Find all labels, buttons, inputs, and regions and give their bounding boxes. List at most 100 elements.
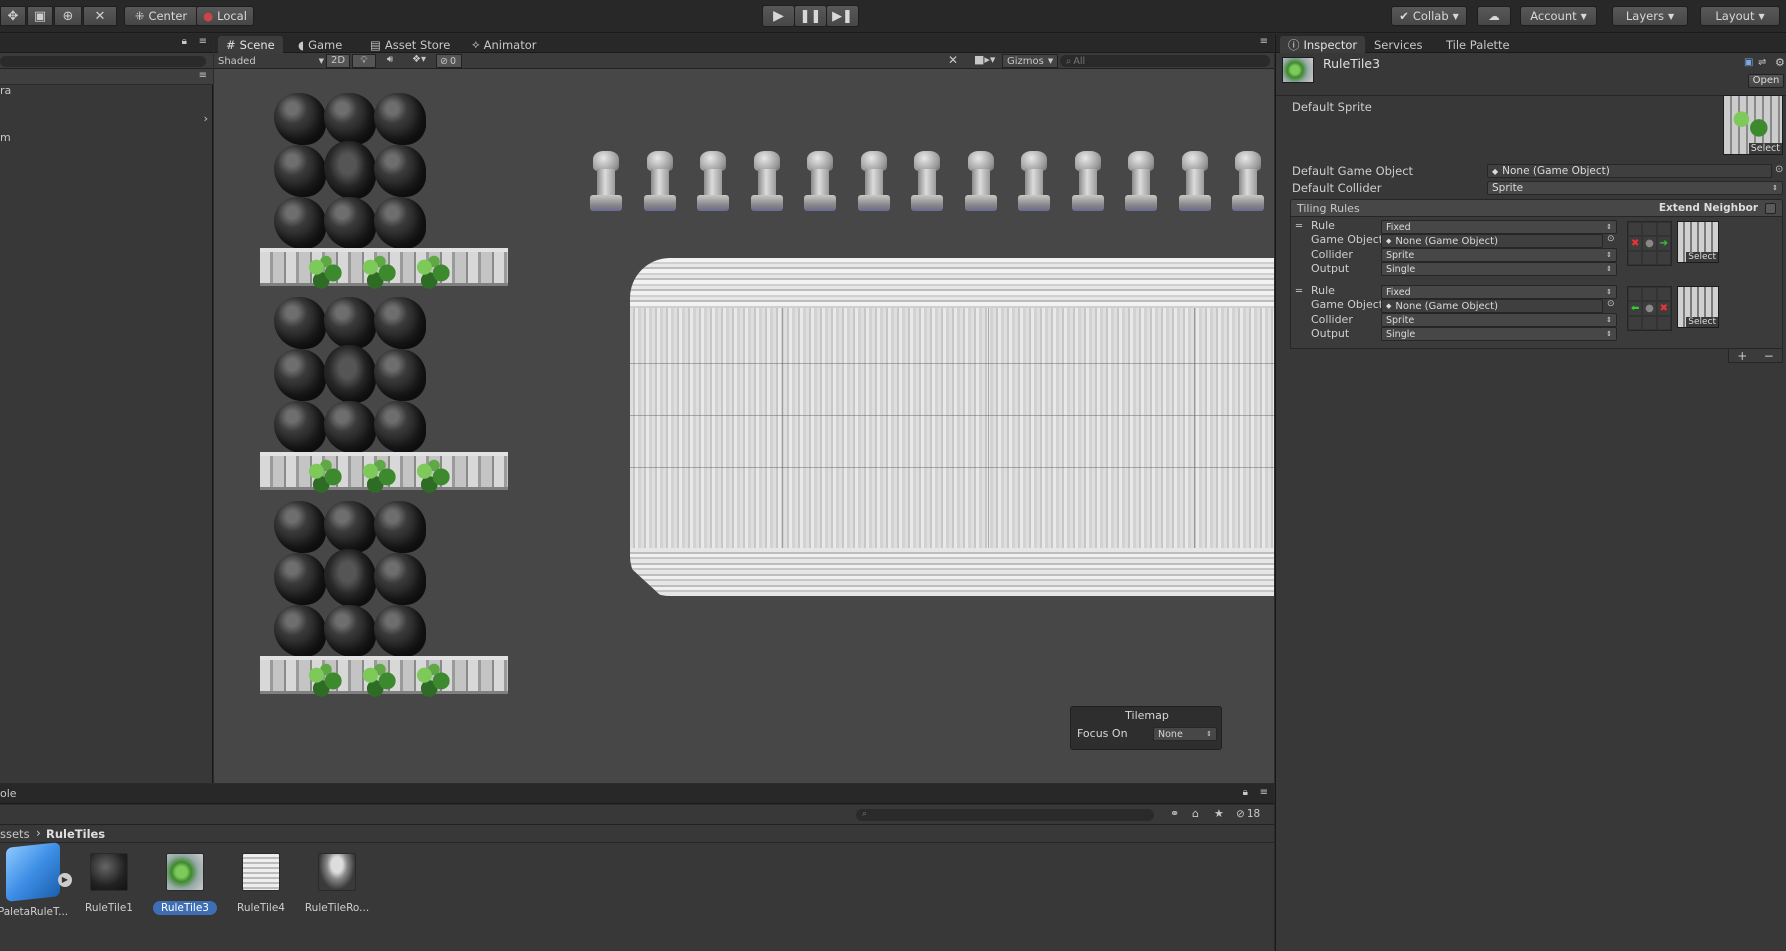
audio-icon[interactable]: 🔊︎ bbox=[378, 54, 402, 68]
asset-ruletilero[interactable]: RuleTileRo... bbox=[302, 853, 372, 915]
scene-header-row[interactable]: ≡ bbox=[0, 69, 213, 85]
hierarchy-search-input[interactable] bbox=[0, 56, 206, 67]
updown-arrow-icon: ⇕ bbox=[1606, 330, 1612, 338]
asset-ruletile1[interactable]: RuleTile1 bbox=[74, 853, 144, 915]
eye-slash-icon: ⊘ bbox=[440, 55, 448, 67]
hidden-objects-toggle[interactable]: ⊘ 0 bbox=[436, 54, 462, 68]
layers-dropdown[interactable]: Layers ▼ bbox=[1612, 6, 1688, 26]
rule-game-object-field[interactable]: ◆ None (Game Object) bbox=[1381, 299, 1603, 313]
rule-output-dropdown[interactable]: Single ⇕ bbox=[1381, 262, 1617, 276]
play-button[interactable]: ▶ bbox=[762, 5, 795, 27]
draw-mode-dropdown[interactable]: Shaded ▼ bbox=[218, 54, 324, 68]
lighting-icon[interactable]: 💡︎ bbox=[352, 54, 376, 68]
not-neighbor-icon[interactable]: ✖ bbox=[1656, 301, 1671, 316]
drag-handle-icon[interactable]: ═ bbox=[1296, 286, 1302, 297]
panel-menu-icon[interactable]: ≡ bbox=[199, 36, 207, 47]
object-picker-icon[interactable]: ⊙ bbox=[1607, 299, 1615, 309]
remove-rule-button[interactable]: − bbox=[1764, 349, 1774, 363]
arrow-right-icon[interactable]: ➔ bbox=[1656, 236, 1671, 251]
extend-neighbor-checkbox[interactable] bbox=[1765, 203, 1776, 214]
default-collider-dropdown[interactable]: Sprite ⇕ bbox=[1487, 181, 1783, 195]
lock-icon[interactable]: 🔒︎ bbox=[1243, 787, 1248, 798]
gizmos-dropdown[interactable]: Gizmos ▼ bbox=[1002, 54, 1058, 68]
pivot-toggle-button[interactable]: ⁜ Center bbox=[124, 6, 198, 26]
rule-type-dropdown[interactable]: Fixed ⇕ bbox=[1381, 285, 1617, 299]
asset-ruletile4[interactable]: RuleTile4 bbox=[226, 853, 296, 915]
pause-button[interactable]: ❚❚ bbox=[794, 5, 827, 27]
neighbor-grid[interactable]: ✖ ● ➔ bbox=[1627, 221, 1672, 266]
mode-2d-toggle[interactable]: 2D bbox=[326, 54, 350, 68]
scene-viewport[interactable]: Tilemap Focus On None ⇕ bbox=[214, 69, 1274, 783]
not-neighbor-icon[interactable]: ✖ bbox=[1628, 236, 1643, 251]
account-dropdown[interactable]: Account ▼ bbox=[1520, 6, 1597, 26]
step-icon: ▶❚ bbox=[832, 8, 853, 24]
help-book-icon[interactable]: ▣ bbox=[1744, 57, 1753, 68]
tab-animator[interactable]: ⟡ Animator bbox=[464, 36, 544, 53]
drag-handle-icon[interactable]: ═ bbox=[1296, 221, 1302, 232]
rule-sprite-field[interactable]: Select bbox=[1677, 286, 1719, 328]
open-button[interactable]: Open bbox=[1748, 74, 1784, 88]
globe-icon: ● bbox=[203, 9, 214, 23]
rule-collider-dropdown[interactable]: Sprite ⇕ bbox=[1381, 248, 1617, 262]
arrow-left-icon[interactable]: ⬅ bbox=[1628, 301, 1643, 316]
tab-tile-palette[interactable]: Tile Palette bbox=[1438, 36, 1518, 53]
collab-dropdown[interactable]: ✔ Collab ▼ bbox=[1391, 6, 1467, 26]
tag-icon[interactable]: ⌂ bbox=[1192, 807, 1199, 820]
rule-collider-dropdown[interactable]: Sprite ⇕ bbox=[1381, 313, 1617, 327]
rule-sprite-field[interactable]: Select bbox=[1677, 221, 1719, 263]
cloud-button[interactable]: ☁ bbox=[1477, 6, 1511, 26]
tab-game[interactable]: ◖ Game bbox=[290, 36, 350, 53]
scene-search-input[interactable]: ⌕ All bbox=[1060, 55, 1270, 67]
layout-dropdown[interactable]: Layout ▼ bbox=[1700, 6, 1780, 26]
fence-tile-row bbox=[260, 248, 508, 290]
panel-menu-icon[interactable]: ≡ bbox=[1260, 787, 1268, 798]
dropdown-arrow-icon: ▼ bbox=[1667, 11, 1675, 21]
default-game-object-field[interactable]: ◆ None (Game Object) bbox=[1487, 164, 1772, 178]
select-label[interactable]: Select bbox=[1748, 143, 1782, 154]
scene-menu-icon[interactable]: ≡ bbox=[199, 70, 207, 81]
rect-tool-icon[interactable]: ▣ bbox=[27, 6, 53, 26]
tab-inspector[interactable]: ⓘ Inspector bbox=[1280, 36, 1366, 53]
breadcrumb-root[interactable]: ssets bbox=[0, 827, 30, 841]
default-sprite-field[interactable]: Select bbox=[1723, 95, 1783, 155]
step-button[interactable]: ▶❚ bbox=[826, 5, 859, 27]
tab-asset-store[interactable]: ▤ Asset Store bbox=[362, 36, 458, 53]
tab-scene[interactable]: # Scene bbox=[218, 36, 283, 53]
object-picker-icon[interactable]: ⊙ bbox=[1775, 164, 1783, 175]
transform-tool-icon[interactable]: ⊕ bbox=[54, 6, 82, 26]
focus-on-dropdown[interactable]: None ⇕ bbox=[1153, 727, 1217, 741]
prefab-cube-icon bbox=[6, 842, 60, 902]
gear-icon[interactable]: ⚙ bbox=[1775, 56, 1785, 69]
rule-game-object-field[interactable]: ◆ None (Game Object) bbox=[1381, 234, 1603, 248]
preset-icon[interactable]: ⇌ bbox=[1758, 57, 1766, 68]
scene-panel: # Scene ◖ Game ▤ Asset Store ⟡ Animator ≡ Sh… bbox=[214, 34, 1274, 783]
hidden-packages-toggle[interactable]: ⊘ 18 bbox=[1236, 808, 1260, 820]
breadcrumb-current[interactable]: RuleTiles bbox=[46, 827, 105, 841]
star-icon[interactable]: ★ bbox=[1214, 807, 1224, 820]
filter-type-icon[interactable]: ⚭ bbox=[1170, 807, 1179, 820]
asset-ruletile3[interactable]: RuleTile3 bbox=[150, 853, 220, 915]
space-toggle-button[interactable]: ● Local bbox=[196, 6, 254, 26]
play-circle-icon[interactable]: ▶ bbox=[58, 873, 72, 887]
rule-output-dropdown[interactable]: Single ⇕ bbox=[1381, 327, 1617, 341]
object-picker-icon[interactable]: ⊙ bbox=[1607, 234, 1615, 244]
lock-icon[interactable]: 🔒︎ bbox=[182, 36, 187, 47]
hand-tool-icon[interactable]: ✥ bbox=[0, 6, 26, 26]
hierarchy-item[interactable]: ra bbox=[0, 84, 11, 97]
project-search-input[interactable]: ⌕ bbox=[856, 809, 1154, 821]
tab-console[interactable]: ole bbox=[0, 787, 17, 800]
panel-menu-icon[interactable]: ≡ bbox=[1260, 36, 1268, 47]
tools-icon[interactable]: ✕ bbox=[948, 53, 958, 67]
asset-palette[interactable]: PaletaRuleT... bbox=[0, 842, 68, 919]
chevron-right-icon[interactable]: › bbox=[204, 112, 208, 125]
main-toolbar: ✥ ▣ ⊕ ✕ ⁜ Center ● Local ▶ ❚❚ ▶❚ ✔ Colla… bbox=[0, 0, 1786, 33]
camera-icon[interactable]: ■▸▾ bbox=[974, 53, 995, 66]
custom-tool-icon[interactable]: ✕ bbox=[83, 6, 117, 26]
rule-type-dropdown[interactable]: Fixed ⇕ bbox=[1381, 220, 1617, 234]
neighbor-grid[interactable]: ⬅ ● ✖ bbox=[1627, 286, 1672, 331]
tab-services[interactable]: Services bbox=[1366, 36, 1431, 53]
effects-icon[interactable]: ❖▾ bbox=[404, 54, 434, 68]
statue-tile bbox=[747, 149, 787, 213]
hierarchy-item[interactable]: m bbox=[0, 131, 11, 144]
add-rule-button[interactable]: + bbox=[1737, 349, 1747, 363]
